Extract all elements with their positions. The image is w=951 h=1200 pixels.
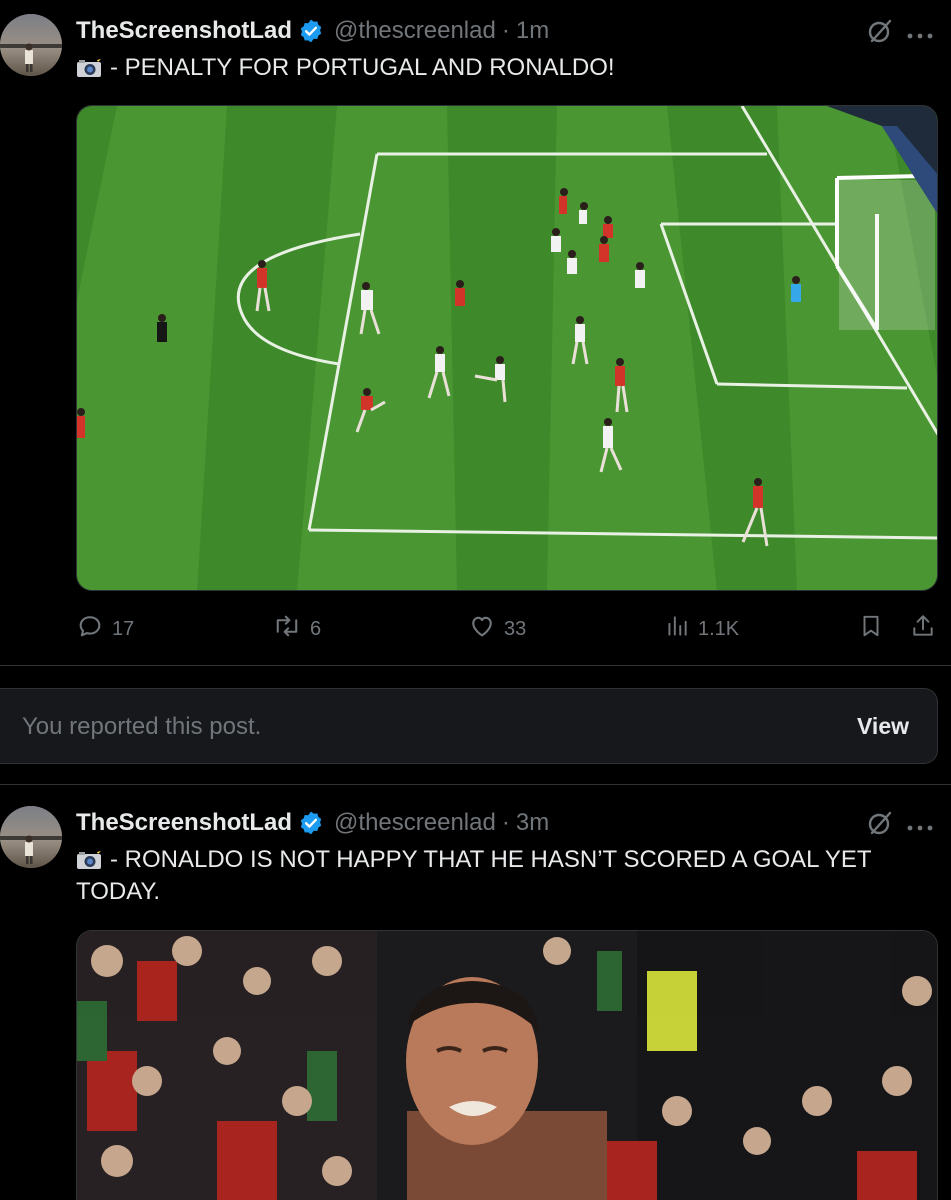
verified-badge-icon[interactable] bbox=[298, 810, 324, 836]
grok-icon[interactable] bbox=[867, 810, 893, 836]
post-header: TheScreenshotLad @thescreenlad · 1m bbox=[76, 14, 549, 48]
like-button[interactable]: 33 bbox=[468, 612, 526, 646]
views-icon bbox=[664, 612, 698, 646]
author-name[interactable]: TheScreenshotLad bbox=[76, 809, 292, 837]
like-count: 33 bbox=[504, 617, 527, 640]
report-notice-text: You reported this post. bbox=[22, 713, 262, 740]
post-time[interactable]: 1m bbox=[516, 17, 549, 45]
action-bar: 17 6 33 1.1K bbox=[76, 612, 938, 648]
bookmark-button[interactable] bbox=[858, 612, 892, 646]
post[interactable]: TheScreenshotLad @thescreenlad · 3m - RO… bbox=[0, 786, 951, 1200]
reply-icon bbox=[76, 612, 112, 646]
post-time[interactable]: 3m bbox=[516, 809, 549, 837]
divider bbox=[0, 784, 951, 785]
like-icon bbox=[468, 612, 504, 646]
post-media-image[interactable] bbox=[76, 105, 938, 591]
share-button[interactable] bbox=[910, 612, 944, 646]
camera-flash-emoji bbox=[76, 55, 102, 77]
repost-count: 6 bbox=[310, 617, 322, 640]
more-icon[interactable] bbox=[905, 24, 935, 50]
separator-dot: · bbox=[501, 17, 510, 44]
avatar[interactable] bbox=[0, 806, 62, 868]
avatar[interactable] bbox=[0, 14, 62, 76]
author-name[interactable]: TheScreenshotLad bbox=[76, 17, 292, 45]
post[interactable]: TheScreenshotLad @thescreenlad · 1m - PE… bbox=[0, 0, 951, 666]
repost-icon bbox=[272, 612, 310, 646]
post-media-image[interactable] bbox=[76, 930, 938, 1200]
post-text-container: - RONALDO IS NOT HAPPY THAT HE HASN’T SC… bbox=[76, 844, 926, 908]
views-count: 1.1K bbox=[698, 617, 740, 640]
author-handle[interactable]: @thescreenlad bbox=[334, 809, 496, 837]
post-text-container: - PENALTY FOR PORTUGAL AND RONALDO! bbox=[76, 52, 926, 84]
post-header: TheScreenshotLad @thescreenlad · 3m bbox=[76, 806, 549, 840]
post-text: - PENALTY FOR PORTUGAL AND RONALDO! bbox=[110, 54, 615, 81]
reply-button[interactable]: 17 bbox=[76, 612, 134, 646]
views-button[interactable]: 1.1K bbox=[664, 612, 739, 646]
repost-button[interactable]: 6 bbox=[272, 612, 321, 646]
grok-icon[interactable] bbox=[867, 18, 893, 44]
more-icon[interactable] bbox=[905, 816, 935, 842]
post-text: - RONALDO IS NOT HAPPY THAT HE HASN’T SC… bbox=[76, 846, 872, 905]
reply-count: 17 bbox=[112, 617, 135, 640]
view-button[interactable]: View bbox=[857, 713, 909, 740]
reported-post-notice: You reported this post. View bbox=[0, 688, 938, 764]
separator-dot: · bbox=[501, 809, 510, 836]
bookmark-icon bbox=[858, 612, 892, 646]
camera-flash-emoji bbox=[76, 847, 102, 869]
verified-badge-icon[interactable] bbox=[298, 18, 324, 44]
author-handle[interactable]: @thescreenlad bbox=[334, 17, 496, 45]
share-icon bbox=[910, 612, 944, 646]
